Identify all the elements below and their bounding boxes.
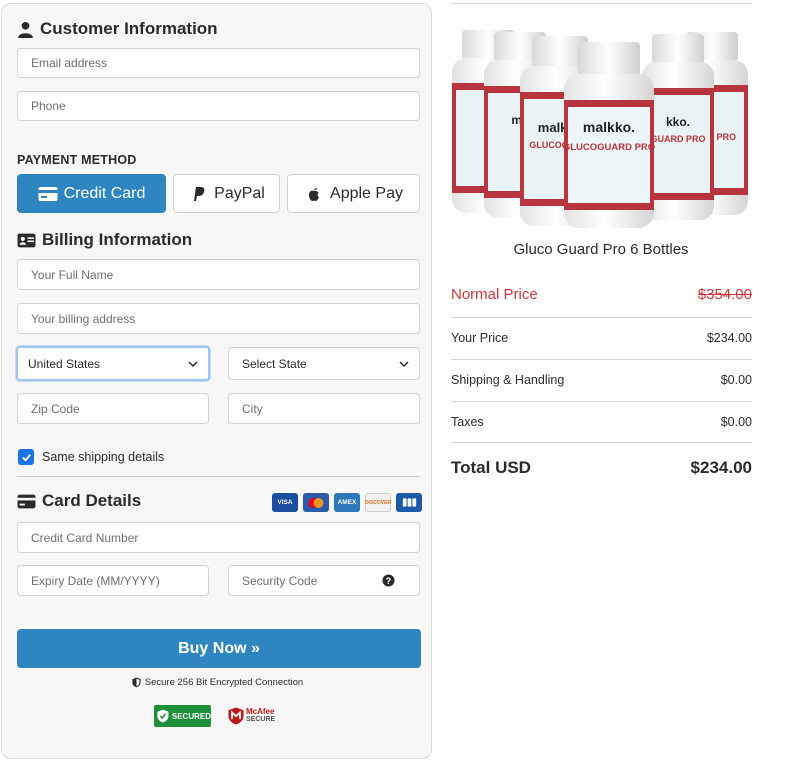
amex-logo: AMEX [334,493,360,512]
card-details-title-text: Card Details [42,491,142,510]
secured-badge-text: SECURED [171,711,211,721]
svg-text:GUARD PRO: GUARD PRO [650,134,705,144]
product-bottles-illustration: UARD PRO ma kko. GUARD PRO malkko. GLUCO… [452,30,748,228]
checkout-form-panel: Customer Information Email address Phone… [1,3,432,759]
credit-card-button[interactable]: Credit Card [17,174,166,213]
apple-pay-label: Apple Pay [330,184,403,202]
billing-info-title-text: Billing Information [42,230,193,249]
product-image: UARD PRO ma kko. GUARD PRO malkko. GLUCO… [450,28,752,228]
credit-card-label: Credit Card [63,184,146,202]
shipping-row: Shipping & Handling $0.00 [451,373,752,387]
city-placeholder: City [242,401,263,416]
state-value: Select State [242,356,307,371]
customer-info-title-text: Customer Information [40,19,218,38]
user-icon [18,21,33,38]
phone-field[interactable]: Phone [17,91,420,121]
summary-divider [451,317,752,318]
card-details-title: Card Details [17,491,141,511]
your-price-label: Your Price [451,331,509,345]
your-price-value: $234.00 [706,331,752,345]
chevron-down-icon [399,360,409,367]
shield-check-icon [157,709,169,723]
total-row: Total USD $234.00 [451,458,752,478]
apple-pay-button[interactable]: Apple Pay [287,174,420,213]
paypal-icon [194,186,205,201]
summary-divider [451,401,752,402]
country-value: United States [28,356,101,371]
taxes-row: Taxes $0.00 [451,415,752,429]
state-select[interactable]: Select State [228,347,420,380]
shipping-value: $0.00 [720,373,752,387]
summary-divider [451,442,752,443]
normal-price-value: $354.00 [697,286,752,303]
mcafee-badge-bottom-text: SECURE [246,716,276,723]
checkmark-icon [21,453,31,462]
country-select[interactable]: United States [16,346,210,381]
visa-logo: VISA [272,493,298,512]
email-placeholder: Email address [31,56,108,70]
section-divider [17,476,420,477]
buy-now-button[interactable]: Buy Now » [17,629,421,668]
id-card-icon [17,233,36,247]
mcafee-badge: McAfee SECURE [228,705,288,727]
buy-now-label: Buy Now » [178,639,260,657]
secure-connection-note: Secure 256 Bit Encrypted Connection [2,677,433,688]
normal-price-row: Normal Price $354.00 [451,286,752,303]
same-shipping-checkbox[interactable] [18,449,34,465]
your-price-row: Your Price $234.00 [451,331,752,345]
zip-code-field[interactable]: Zip Code [17,393,209,424]
card-number-placeholder: Credit Card Number [31,530,139,545]
bottle-brand-text: malkko. [583,119,635,135]
billing-info-title: Billing Information [17,230,192,250]
credit-card-icon [38,186,58,201]
mcafee-badge-top-text: McAfee [246,707,275,716]
full-name-field[interactable]: Your Full Name [17,259,420,290]
city-field[interactable]: City [228,393,420,424]
total-value: $234.00 [690,458,752,477]
expiry-date-field[interactable]: Expiry Date (MM/YYYY) [17,565,209,596]
card-number-field[interactable]: Credit Card Number [17,522,420,553]
apple-icon [309,187,320,201]
svg-text:kko.: kko. [666,115,690,129]
credit-card-icon [17,494,36,508]
question-circle-icon[interactable]: ? [382,574,395,587]
customer-info-title: Customer Information [17,19,218,39]
expiry-date-placeholder: Expiry Date (MM/YYYY) [31,573,160,588]
email-field[interactable]: Email address [17,48,420,78]
summary-top-rule [451,3,752,4]
security-code-placeholder: Security Code [242,573,318,588]
summary-divider [451,359,752,360]
bottle-label-text: GLUCOGUARD PRO [563,142,655,153]
chevron-down-icon [188,360,198,367]
shield-icon [132,677,141,688]
zip-code-placeholder: Zip Code [31,401,80,416]
shipping-label: Shipping & Handling [451,373,565,387]
svg-text:?: ? [386,576,392,586]
same-shipping-label: Same shipping details [42,450,165,464]
normal-price-label: Normal Price [451,286,538,303]
secure-note-text: Secure 256 Bit Encrypted Connection [144,677,304,688]
jcb-logo [396,493,422,512]
same-shipping-row[interactable]: Same shipping details [18,449,164,465]
card-brand-logos: VISA AMEX DISCOVER [272,493,422,512]
security-code-field[interactable]: Security Code ? [228,565,420,596]
paypal-label: PayPal [214,184,265,202]
taxes-label: Taxes [451,415,484,429]
mastercard-logo [303,493,329,512]
billing-address-field[interactable]: Your billing address [17,303,420,334]
billing-address-placeholder: Your billing address [31,311,136,326]
mcafee-shield-icon [228,707,244,725]
paypal-button[interactable]: PayPal [173,174,280,213]
phone-placeholder: Phone [31,99,66,113]
taxes-value: $0.00 [720,415,752,429]
discover-logo: DISCOVER [365,493,391,512]
full-name-placeholder: Your Full Name [31,267,114,282]
secured-badge: SECURED [154,705,211,727]
product-name: Gluco Guard Pro 6 Bottles [513,241,689,258]
payment-method-label: PAYMENT METHOD [17,153,137,167]
total-label: Total USD [451,458,531,477]
